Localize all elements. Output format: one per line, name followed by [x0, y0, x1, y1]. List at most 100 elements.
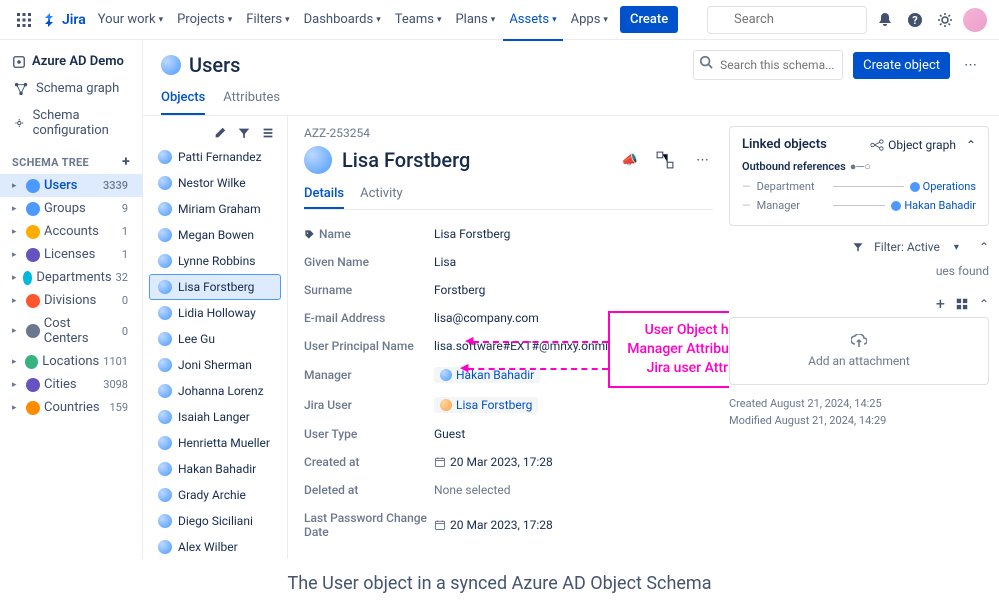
svg-text:?: ? [912, 14, 918, 27]
object-list-item[interactable]: Lee Gu [149, 326, 281, 352]
outbound-ref[interactable]: —ManagerHakan Bahadir [742, 196, 976, 215]
sidebar-schema-config[interactable]: Schema configuration [0, 102, 142, 144]
created-timestamp: Created August 21, 2024, 14:25 [729, 395, 989, 412]
issues-filter-row: Filter: Active ▾ ⌃ [729, 236, 989, 258]
edit-icon[interactable] [213, 126, 227, 140]
tree-item-departments[interactable]: ▸Departments32 [0, 266, 142, 289]
help-icon[interactable]: ? [903, 8, 927, 32]
schema-icon [12, 55, 26, 69]
nav-apps[interactable]: Apps▾ [565, 8, 614, 31]
tree-item-groups[interactable]: ▸Groups9 [0, 197, 142, 220]
tab-activity[interactable]: Activity [360, 180, 403, 209]
list-view-icon[interactable] [261, 126, 275, 140]
chevron-up-icon[interactable]: ⌃ [979, 240, 989, 254]
sidebar: Azure AD Demo Schema graph Schema config… [0, 40, 143, 559]
object-more-icon[interactable]: ⋯ [692, 149, 713, 172]
user-avatar-icon [304, 146, 332, 174]
issues-empty: ues found [729, 258, 989, 290]
object-list-item[interactable]: Diego Siciliani [149, 508, 281, 534]
announce-icon[interactable]: 📣 [622, 153, 638, 168]
object-list-item[interactable]: Lidia Holloway [149, 300, 281, 326]
schema-search-input[interactable] [693, 50, 843, 80]
settings-icon[interactable] [933, 8, 957, 32]
object-graph-link[interactable]: Object graph [888, 138, 956, 152]
attachments-card[interactable]: Add an attachment [729, 317, 989, 385]
tab-objects[interactable]: Objects [161, 90, 205, 115]
object-list-item[interactable]: Joni Sherman [149, 352, 281, 378]
nav-projects[interactable]: Projects▾ [171, 8, 238, 31]
upload-icon [851, 334, 867, 350]
global-search[interactable] [707, 6, 867, 34]
chevron-up-icon[interactable]: ⌃ [979, 297, 989, 311]
gear-icon [14, 116, 25, 130]
filter-icon[interactable] [237, 126, 251, 140]
annotation-arrow [468, 368, 608, 370]
profile-avatar[interactable] [963, 8, 987, 32]
tab-details[interactable]: Details [304, 180, 344, 209]
add-tree-item-icon[interactable]: + [122, 154, 130, 170]
object-list-item[interactable]: Hakan Bahadir [149, 456, 281, 482]
object-list-item[interactable]: Miriam Graham [149, 196, 281, 222]
filter-icon [852, 241, 864, 253]
attr-row: Deleted atNone selected [304, 476, 713, 504]
users-icon [161, 55, 181, 75]
tab-attributes[interactable]: Attributes [223, 90, 280, 115]
object-list-item[interactable]: Nestor Wilke [149, 170, 281, 196]
attr-row: Last Password Change Date20 Mar 2023, 17… [304, 504, 713, 546]
object-list-item[interactable]: Lisa Forstberg [149, 274, 281, 300]
object-list: Patti FernandezNestor WilkeMiriam Graham… [143, 116, 288, 559]
attr-row: Given NameLisa [304, 248, 713, 276]
chevron-up-icon[interactable]: ⌃ [966, 138, 976, 152]
object-list-item[interactable]: Isaiah Langer [149, 404, 281, 430]
nav-plans[interactable]: Plans▾ [449, 8, 501, 31]
object-key: AZZ-253254 [304, 126, 713, 140]
create-button[interactable]: Create [620, 6, 678, 33]
side-panel: Linked objects Object graph ⌃ Outbound r… [729, 116, 999, 559]
schema-tabs: Objects Attributes [143, 80, 999, 116]
tree-item-cost-centers[interactable]: ▸Cost Centers0 [0, 312, 142, 350]
object-list-item[interactable]: Megan Bowen [149, 222, 281, 248]
attr-row: Created at20 Mar 2023, 17:28 [304, 448, 713, 476]
nav-assets[interactable]: Assets▾ [503, 8, 562, 31]
tree-item-accounts[interactable]: ▸Accounts1 [0, 220, 142, 243]
object-graph-icon [870, 138, 884, 152]
tree-item-users[interactable]: ▸Users3339 [0, 174, 142, 197]
notifications-icon[interactable] [873, 8, 897, 32]
app-switcher-icon[interactable] [12, 8, 36, 32]
nav-filters[interactable]: Filters▾ [240, 8, 295, 31]
graph-view-icon[interactable] [656, 151, 674, 169]
graph-icon [14, 82, 28, 96]
tree-item-cities[interactable]: ▸Cities3098 [0, 373, 142, 396]
modified-timestamp: Modified August 21, 2024, 14:29 [729, 412, 989, 429]
jira-logo[interactable]: Jira [42, 12, 86, 28]
figure-caption: The User object in a synced Azure AD Obj… [0, 559, 999, 608]
object-list-item[interactable]: Lynne Robbins [149, 248, 281, 274]
object-list-item[interactable]: Patti Fernandez [149, 144, 281, 170]
page-title: Users [161, 53, 683, 77]
nav-dashboards[interactable]: Dashboards▾ [298, 8, 387, 31]
object-list-item[interactable]: Alex Wilber [149, 534, 281, 559]
outbound-ref[interactable]: —DepartmentOperations [742, 177, 976, 196]
schema-name[interactable]: Azure AD Demo [0, 48, 142, 75]
add-icon[interactable]: + [936, 294, 945, 313]
object-list-item[interactable]: Johanna Lorenz [149, 378, 281, 404]
sidebar-schema-graph[interactable]: Schema graph [0, 75, 142, 102]
nav-teams[interactable]: Teams▾ [389, 8, 448, 31]
nav-your-work[interactable]: Your work▾ [92, 8, 169, 31]
attr-row: NameLisa Forstberg [304, 220, 713, 248]
more-actions-icon[interactable]: ⋯ [960, 54, 981, 77]
tree-item-locations[interactable]: ▸Locations1101 [0, 350, 142, 373]
global-search-input[interactable] [707, 6, 867, 34]
tree-item-licenses[interactable]: ▸Licenses1 [0, 243, 142, 266]
filter-active-dropdown[interactable]: Filter: Active [874, 240, 940, 254]
top-nav: Jira Your work▾Projects▾Filters▾Dashboar… [0, 0, 999, 40]
attr-row: SurnameForstberg [304, 276, 713, 304]
annotation-callout: User Object have a Manager Attribute and… [608, 311, 729, 388]
create-object-button[interactable]: Create object [853, 52, 950, 79]
tree-item-countries[interactable]: ▸Countries159 [0, 396, 142, 419]
grid-view-icon[interactable] [955, 297, 969, 311]
linked-objects-title: Linked objects [742, 137, 827, 152]
tree-item-divisions[interactable]: ▸Divisions0 [0, 289, 142, 312]
object-list-item[interactable]: Grady Archie [149, 482, 281, 508]
object-list-item[interactable]: Henrietta Mueller [149, 430, 281, 456]
